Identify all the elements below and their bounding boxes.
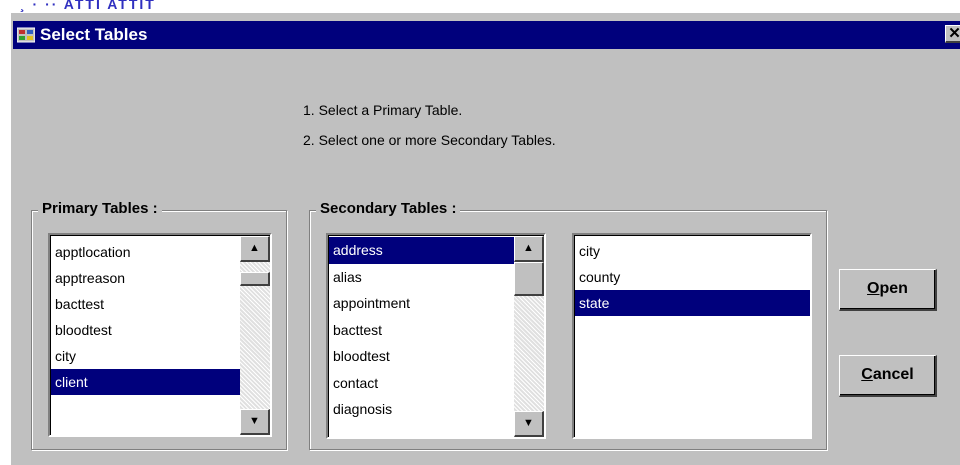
primary-tables-label: Primary Tables : xyxy=(38,200,162,217)
list-item[interactable]: alias xyxy=(329,264,514,291)
scroll-down-arrow-icon[interactable]: ▼ xyxy=(514,411,544,437)
app-table-icon xyxy=(17,27,35,43)
primary-items: apptlocation apptreason bacttest bloodte… xyxy=(51,236,240,395)
chosen-items: city county state xyxy=(575,236,810,316)
instructions: 1. Select a Primary Table. 2. Select one… xyxy=(303,95,556,155)
open-button[interactable]: Open xyxy=(839,269,937,311)
open-label: pen xyxy=(879,280,908,297)
cancel-mnemonic: C xyxy=(861,366,873,383)
scroll-up-arrow-icon[interactable]: ▲ xyxy=(514,236,544,262)
list-item-selected[interactable]: state xyxy=(575,290,810,316)
list-item[interactable]: bloodtest xyxy=(51,317,240,343)
list-item[interactable]: bacttest xyxy=(51,291,240,317)
list-item[interactable]: apptlocation xyxy=(51,239,240,265)
title-bar[interactable]: Select Tables ✕ xyxy=(13,21,960,49)
list-item[interactable]: city xyxy=(575,238,810,264)
scroll-thumb[interactable] xyxy=(240,272,270,286)
open-mnemonic: O xyxy=(867,280,880,297)
list-item-selected[interactable]: client xyxy=(51,369,240,395)
primary-tables-group: Primary Tables : apptlocation apptreason… xyxy=(31,200,287,450)
background-window-text: ¸ · ·· ATTI ATTIT xyxy=(20,0,156,12)
list-item[interactable]: county xyxy=(575,264,810,290)
list-item[interactable]: bacttest xyxy=(329,317,514,344)
instruction-step-2: 2. Select one or more Secondary Tables. xyxy=(303,132,556,148)
list-item[interactable]: bloodtest xyxy=(329,343,514,370)
cancel-button[interactable]: Cancel xyxy=(839,355,937,397)
primary-tables-list[interactable]: apptlocation apptreason bacttest bloodte… xyxy=(48,233,272,437)
select-tables-dialog: Select Tables ✕ 1. Select a Primary Tabl… xyxy=(10,12,960,465)
window-title: Select Tables xyxy=(40,25,148,44)
selected-secondary-list[interactable]: city county state xyxy=(572,233,812,439)
scroll-thumb[interactable] xyxy=(514,262,544,296)
secondary-items: address alias appointment bacttest blood… xyxy=(329,236,514,423)
list-item[interactable]: contact xyxy=(329,370,514,397)
cancel-label: ancel xyxy=(872,366,914,383)
instruction-step-1: 1. Select a Primary Table. xyxy=(303,102,463,118)
list-item[interactable]: appointment xyxy=(329,290,514,317)
close-icon[interactable]: ✕ xyxy=(945,25,960,43)
list-item[interactable]: diagnosis xyxy=(329,396,514,423)
secondary-tables-group: Secondary Tables : address alias appoint… xyxy=(309,200,827,450)
list-item-selected[interactable]: address xyxy=(329,237,514,264)
list-item[interactable]: city xyxy=(51,343,240,369)
secondary-tables-label: Secondary Tables : xyxy=(316,200,461,217)
list-item[interactable]: apptreason xyxy=(51,265,240,291)
scroll-down-arrow-icon[interactable]: ▼ xyxy=(240,409,270,435)
scroll-up-arrow-icon[interactable]: ▲ xyxy=(240,236,270,262)
secondary-tables-list[interactable]: address alias appointment bacttest blood… xyxy=(326,233,546,439)
primary-scrollbar[interactable]: ▲ ▼ xyxy=(240,236,270,435)
secondary-scrollbar[interactable]: ▲ ▼ xyxy=(514,236,544,437)
